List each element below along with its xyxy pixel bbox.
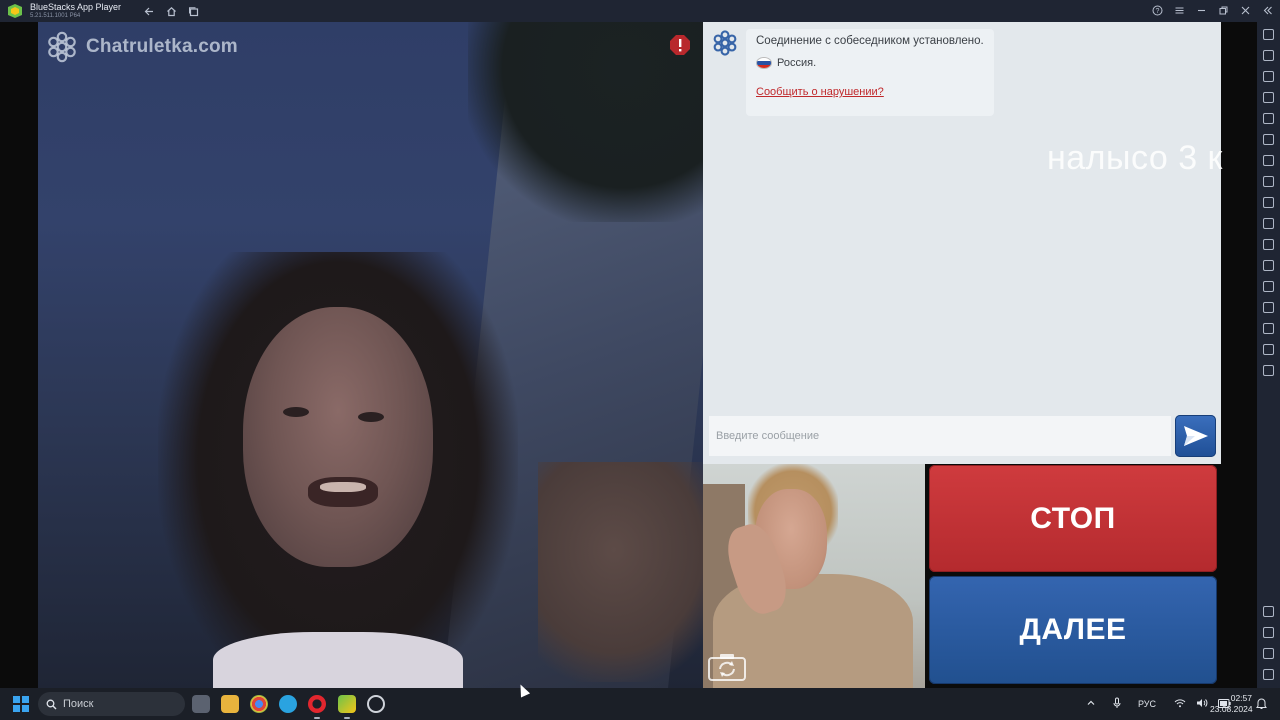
taskbar-search[interactable]: Поиск	[38, 692, 185, 716]
shake-icon[interactable]	[1263, 134, 1274, 145]
help-icon[interactable]: ?	[1151, 3, 1164, 18]
russia-flag-icon	[756, 57, 772, 69]
telegram-icon[interactable]	[279, 695, 297, 713]
report-violation-link[interactable]: Сообщить о нарушении?	[756, 86, 984, 98]
close-icon[interactable]	[1239, 3, 1252, 18]
media-folder-icon[interactable]	[1263, 239, 1274, 250]
stop-button[interactable]: СТОП	[929, 465, 1217, 572]
microphone-icon[interactable]	[1112, 697, 1122, 711]
gamepad-icon[interactable]	[1263, 92, 1274, 103]
keymapping-icon[interactable]	[1263, 71, 1274, 82]
search-label: Поиск	[63, 698, 94, 710]
switch-camera-icon[interactable]	[707, 652, 747, 682]
windows-taskbar: Поиск РУС 02:57 23.08.2024	[0, 688, 1280, 720]
self-camera-preview	[703, 464, 925, 688]
window-version: 5.21.511.1001 P64	[30, 13, 81, 19]
layers-icon[interactable]	[1263, 344, 1274, 355]
android-recents-icon[interactable]	[1263, 669, 1274, 680]
record-icon[interactable]	[1263, 218, 1274, 229]
settings-gear-icon[interactable]	[1263, 606, 1274, 617]
minimize-icon[interactable]	[1195, 3, 1208, 18]
remote-person-teeth	[320, 482, 366, 492]
taskbar-clock[interactable]: 02:57 23.08.2024	[1210, 693, 1253, 715]
clock-date: 23.08.2024	[1210, 704, 1253, 714]
message-input-row	[703, 412, 1221, 464]
remote-person-shirt	[213, 632, 463, 688]
country-name: Россия.	[777, 57, 817, 69]
chrome-icon[interactable]	[250, 695, 268, 713]
remote-person-face	[243, 307, 433, 567]
fullscreen-icon[interactable]	[1263, 29, 1274, 40]
wifi-icon[interactable]	[1174, 698, 1186, 710]
volume-icon[interactable]	[1263, 50, 1274, 61]
speaker-icon[interactable]	[1196, 698, 1208, 710]
collapse-sidebar-icon[interactable]	[1261, 3, 1274, 18]
android-home-icon[interactable]	[1263, 648, 1274, 659]
multi-instance-icon[interactable]	[1263, 281, 1274, 292]
stream-overlay-text: налысо 3 к	[1047, 139, 1223, 177]
clock-time: 02:57	[1230, 693, 1252, 703]
macro-icon[interactable]	[1263, 155, 1274, 166]
eco-mode-icon[interactable]	[1263, 302, 1274, 313]
android-back-icon[interactable]	[1263, 627, 1274, 638]
remote-person-eye	[358, 412, 384, 422]
chat-panel: Соединение с собеседником установлено. Р…	[703, 22, 1221, 412]
bluestacks-logo-icon	[8, 4, 22, 18]
input-language[interactable]: РУС	[1138, 699, 1156, 709]
back-arrow-icon[interactable]	[143, 5, 155, 17]
rotate-icon[interactable]	[1263, 113, 1274, 124]
remote-video	[38, 22, 703, 688]
sync-icon[interactable]	[1263, 365, 1274, 376]
window-title-block: BlueStacks App Player 5.21.511.1001 P64	[30, 2, 122, 20]
send-arrow-icon	[1183, 426, 1208, 446]
lightbulb-icon[interactable]	[1263, 323, 1274, 334]
performance-icon[interactable]	[1263, 176, 1274, 187]
chatruletka-logo-icon	[48, 31, 76, 63]
svg-text:?: ?	[1156, 8, 1160, 15]
recent-apps-icon[interactable]	[187, 5, 199, 17]
title-bar: BlueStacks App Player 5.21.511.1001 P64 …	[0, 0, 1280, 22]
tray-overflow-chevron-icon[interactable]	[1086, 698, 1096, 710]
send-button[interactable]	[1175, 415, 1216, 457]
search-icon	[46, 699, 57, 709]
menu-icon[interactable]	[1173, 3, 1186, 18]
system-message-bubble: Соединение с собеседником установлено. Р…	[746, 29, 994, 116]
file-explorer-icon[interactable]	[221, 695, 239, 713]
bluestacks-taskbar-icon[interactable]	[338, 695, 356, 719]
recorder-icon[interactable]	[367, 695, 385, 713]
notification-bell-icon[interactable]	[1256, 697, 1267, 715]
opera-icon[interactable]	[308, 695, 326, 719]
connection-message: Соединение с собеседником установлено.	[756, 35, 984, 47]
stop-button-label: СТОП	[1030, 501, 1116, 535]
chatruletka-bot-icon	[713, 30, 737, 56]
remote-hand	[538, 462, 703, 682]
message-input[interactable]	[709, 416, 1171, 456]
remote-person-eye	[283, 407, 309, 417]
partner-country: Россия.	[756, 57, 984, 69]
location-icon[interactable]	[1263, 260, 1274, 271]
home-icon[interactable]	[165, 5, 177, 17]
brand-name: Chatruletka.com	[86, 36, 238, 57]
next-button-label: ДАЛЕЕ	[1019, 613, 1127, 646]
bluestacks-sidebar	[1257, 22, 1280, 688]
restore-icon[interactable]	[1217, 3, 1230, 18]
window-title: BlueStacks App Player	[30, 2, 122, 12]
next-button[interactable]: ДАЛЕЕ	[929, 576, 1217, 684]
brand-watermark: Chatruletka.com	[46, 31, 238, 63]
background-tree	[468, 22, 703, 222]
windows-start-icon[interactable]	[13, 696, 29, 712]
task-view-icon[interactable]	[192, 695, 210, 713]
screenshot-icon[interactable]	[1263, 197, 1274, 208]
report-shield-icon[interactable]	[669, 34, 691, 56]
